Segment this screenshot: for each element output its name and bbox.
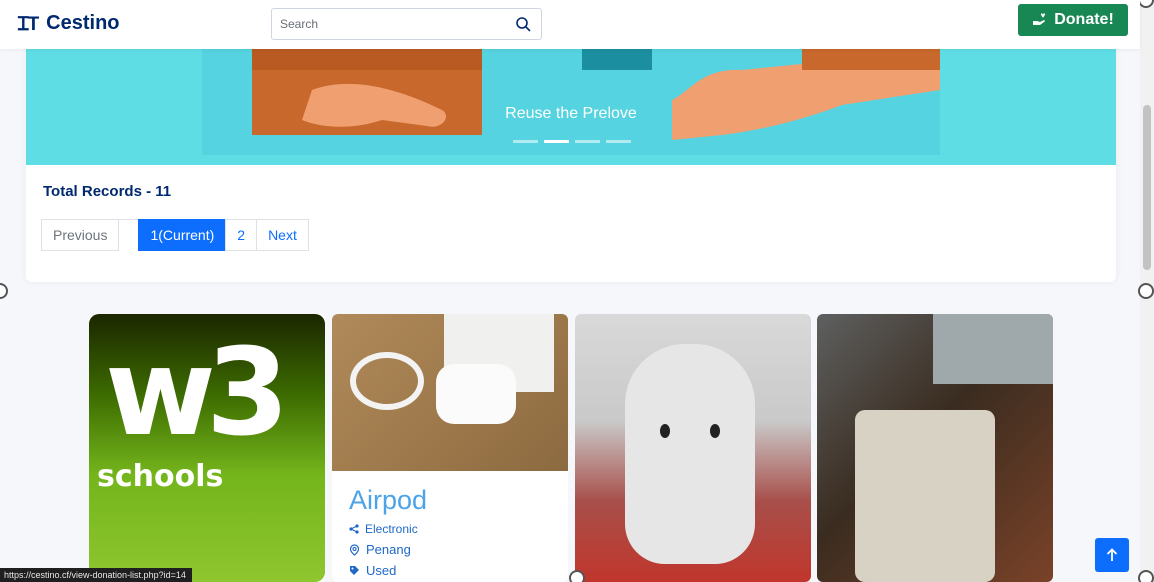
previous-page-button[interactable]: Previous <box>41 219 120 251</box>
pagination-gap <box>118 219 140 251</box>
link-status-bar: https://cestino.cf/view-donation-list.ph… <box>0 568 192 582</box>
calculator-shape <box>933 314 1053 384</box>
item-title[interactable]: Airpod <box>349 485 551 516</box>
logo[interactable]: ꞮT Cestino <box>18 10 120 36</box>
selection-handle[interactable] <box>0 283 8 299</box>
pagination: Previous 1(Current) 2 Next <box>41 219 309 251</box>
w3-logo-text: schools <box>97 459 224 494</box>
elephant-eye <box>710 424 720 438</box>
donate-button[interactable]: Donate! <box>1018 4 1128 36</box>
elephant-plush <box>625 344 755 564</box>
carousel-indicator-2[interactable] <box>544 140 569 143</box>
donation-item-card[interactable]: Airpod Electronic Penang Used <box>332 314 568 582</box>
powerbank-shape <box>855 410 995 582</box>
elephant-eye <box>660 424 670 438</box>
hand-holding-heart-icon <box>1033 13 1046 25</box>
item-details: Airpod Electronic Penang Used <box>332 471 568 582</box>
search-input[interactable] <box>272 9 502 39</box>
item-image[interactable] <box>817 314 1053 582</box>
selection-handle[interactable] <box>1138 570 1154 582</box>
page-2-button[interactable]: 2 <box>225 219 258 251</box>
item-image[interactable] <box>332 314 568 471</box>
geo-pin-icon <box>349 543 360 556</box>
donation-item-card[interactable] <box>575 314 811 582</box>
carousel-indicator-3[interactable] <box>575 140 600 143</box>
search-bar <box>271 8 542 40</box>
donation-item-card[interactable] <box>817 314 1053 582</box>
donation-list-card: Reuse the Prelove Total Records - 11 Pre… <box>26 30 1116 282</box>
item-image[interactable] <box>575 314 811 582</box>
carousel-indicators <box>513 140 631 143</box>
current-page-button[interactable]: 1(Current) <box>138 219 227 251</box>
w3-logo-mark: w3 <box>105 324 289 463</box>
arrow-up-icon <box>1106 548 1118 561</box>
carousel-caption: Reuse the Prelove <box>505 105 637 122</box>
tag-icon <box>350 566 359 575</box>
share-icon <box>349 524 359 534</box>
total-records: Total Records - 11 <box>43 183 172 200</box>
item-category: Electronic <box>349 522 551 536</box>
logo-text: Cestino <box>46 11 120 34</box>
next-page-button[interactable]: Next <box>256 219 309 251</box>
scrollbar-thumb[interactable] <box>1143 105 1151 270</box>
airpods-case <box>436 364 516 424</box>
logo-mark: ꞮT <box>18 14 39 35</box>
item-image[interactable]: w3 schools <box>89 314 325 582</box>
hero-carousel: Reuse the Prelove <box>26 30 1116 165</box>
back-to-top-button[interactable] <box>1095 538 1129 572</box>
search-icon[interactable] <box>515 16 531 32</box>
item-condition: Used <box>349 563 551 578</box>
donation-item-card[interactable]: w3 schools <box>89 314 325 582</box>
donate-label: Donate! <box>1054 11 1114 28</box>
carousel-indicator-4[interactable] <box>606 140 631 143</box>
top-header: ꞮT Cestino Donate! <box>0 0 1140 49</box>
selection-handle[interactable] <box>1138 283 1154 299</box>
carousel-indicator-1[interactable] <box>513 140 538 143</box>
cable-shape <box>350 352 424 410</box>
item-location: Penang <box>349 542 551 557</box>
selection-handle[interactable] <box>569 570 585 582</box>
